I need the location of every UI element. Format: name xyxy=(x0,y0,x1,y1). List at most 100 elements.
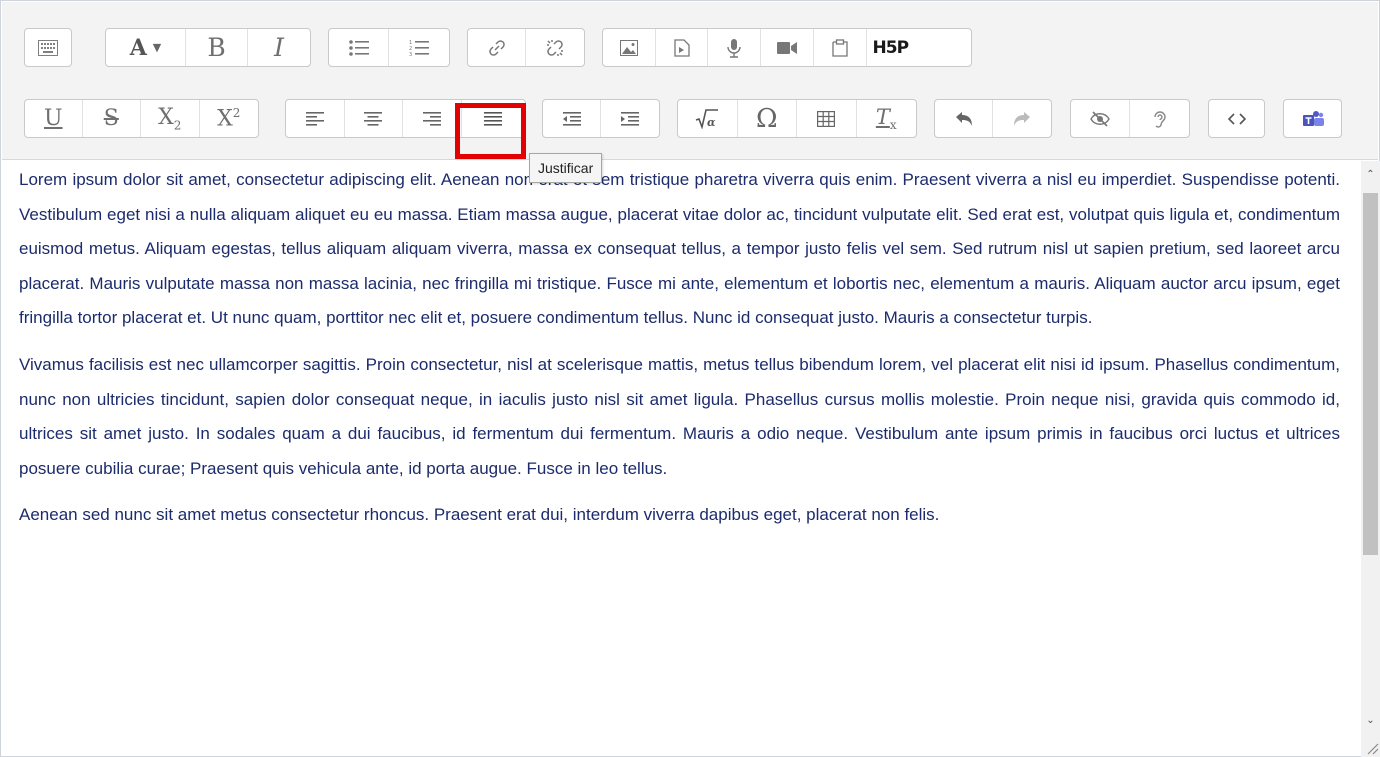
toolbar-group-toggle xyxy=(24,28,72,67)
subscript-button[interactable]: X2 xyxy=(141,100,200,137)
bullet-list-icon xyxy=(348,39,369,56)
video-camera-icon xyxy=(776,41,797,54)
editor-toolbar: A ▼ B I 123 H5P U S X2 X2 α Ω Tx xyxy=(2,2,1378,160)
align-left-button[interactable] xyxy=(286,100,345,137)
link-icon xyxy=(488,39,505,56)
svg-text:3: 3 xyxy=(409,52,412,57)
clipboard-icon xyxy=(832,38,848,57)
toolbar-group-insert: α Ω Tx xyxy=(677,99,917,138)
align-center-icon xyxy=(364,111,383,126)
ear-icon xyxy=(1153,110,1166,128)
equation-button[interactable]: α xyxy=(678,100,738,137)
italic-icon: I xyxy=(274,33,284,62)
subscript-icon: X2 xyxy=(158,105,181,132)
clear-formatting-letter: T xyxy=(875,104,890,129)
undo-icon xyxy=(955,111,972,126)
font-style-button[interactable]: A ▼ xyxy=(106,29,186,66)
italic-button[interactable]: I xyxy=(248,29,310,66)
h5p-icon: H5P xyxy=(872,37,910,58)
insert-image-button[interactable] xyxy=(603,29,656,66)
teams-icon xyxy=(1302,110,1324,126)
toolbar-group-format: U S X2 X2 xyxy=(24,99,259,138)
keyboard-icon xyxy=(38,39,58,56)
align-right-button[interactable] xyxy=(403,100,462,137)
align-left-icon xyxy=(305,111,324,126)
insert-media-button[interactable] xyxy=(656,29,709,66)
toolbar-group-indent xyxy=(542,99,660,138)
teams-meeting-button[interactable] xyxy=(1284,100,1341,137)
toolbar-group-text-style: A ▼ B I xyxy=(105,28,311,67)
underline-button[interactable]: U xyxy=(25,100,83,137)
superscript-letter: X xyxy=(217,106,233,132)
toolbar-group-history xyxy=(934,99,1052,138)
insert-table-button[interactable] xyxy=(797,100,857,137)
omega-icon: Ω xyxy=(755,103,778,134)
resize-grip-icon[interactable] xyxy=(1363,739,1379,755)
record-audio-button[interactable] xyxy=(708,29,762,66)
indent-icon xyxy=(621,111,639,126)
superscript-number: 2 xyxy=(232,105,241,120)
align-right-icon xyxy=(422,111,441,126)
bold-icon: B xyxy=(207,33,226,62)
outdent-button[interactable] xyxy=(543,100,602,137)
chevron-down-icon: ▼ xyxy=(152,41,162,54)
toolbar-group-html xyxy=(1208,99,1265,138)
toolbar-group-media: H5P xyxy=(602,28,972,67)
bold-button[interactable]: B xyxy=(186,29,248,66)
manage-files-button[interactable] xyxy=(814,29,867,66)
font-style-icon: A xyxy=(129,34,147,61)
scroll-down-icon[interactable]: ⌄ xyxy=(1364,713,1377,727)
microphone-icon xyxy=(727,38,741,58)
align-center-button[interactable] xyxy=(345,100,404,137)
outdent-icon xyxy=(562,111,581,126)
undo-button[interactable] xyxy=(935,100,994,137)
square-root-icon: α xyxy=(695,108,719,129)
clear-formatting-sub: x xyxy=(889,118,897,133)
media-file-icon xyxy=(673,38,690,57)
insert-h5p-button[interactable]: H5P xyxy=(867,29,971,66)
toolbar-toggle-button[interactable] xyxy=(25,29,71,66)
image-icon xyxy=(619,39,638,56)
superscript-button[interactable]: X2 xyxy=(200,100,258,137)
content-paragraph: Aenean sed nunc sit amet metus consectet… xyxy=(19,505,940,525)
accessibility-checker-button[interactable] xyxy=(1071,100,1131,137)
clear-formatting-button[interactable]: Tx xyxy=(857,100,917,137)
special-characters-button[interactable]: Ω xyxy=(738,100,797,137)
html-source-button[interactable] xyxy=(1209,100,1264,137)
editor-content-area[interactable]: Lorem ipsum dolor sit amet, consectetur … xyxy=(2,161,1360,757)
subscript-letter: X xyxy=(158,104,174,130)
link-button[interactable] xyxy=(468,29,527,66)
unlink-icon xyxy=(547,39,563,56)
rich-text-editor: A ▼ B I 123 H5P U S X2 X2 α Ω Tx Lorem i… xyxy=(0,0,1380,757)
unlink-button[interactable] xyxy=(526,29,584,66)
toolbar-group-links xyxy=(467,28,585,67)
toolbar-group-accessibility xyxy=(1070,99,1190,138)
numbered-list-icon: 123 xyxy=(409,40,429,57)
svg-text:α: α xyxy=(707,116,716,129)
redo-button[interactable] xyxy=(993,100,1051,137)
justify-tooltip: Justificar xyxy=(529,153,603,183)
content-paragraph: Vivamus facilisis est nec ullamcorper sa… xyxy=(19,354,1340,478)
superscript-icon: X2 xyxy=(217,106,240,131)
strikethrough-icon: S xyxy=(103,106,119,131)
justify-button[interactable] xyxy=(461,100,525,137)
scroll-up-icon[interactable]: ⌃ xyxy=(1364,167,1377,181)
toolbar-group-teams xyxy=(1283,99,1342,138)
redo-icon xyxy=(1014,111,1030,126)
align-justify-icon xyxy=(484,111,503,126)
underline-icon: U xyxy=(43,106,63,131)
indent-button[interactable] xyxy=(601,100,659,137)
clear-formatting-icon: Tx xyxy=(876,105,897,132)
ordered-list-button[interactable]: 123 xyxy=(389,29,449,66)
scrollbar-thumb[interactable] xyxy=(1363,193,1378,555)
record-video-button[interactable] xyxy=(761,29,814,66)
eye-slash-icon xyxy=(1090,110,1110,127)
content-paragraph: Lorem ipsum dolor sit amet, consectetur … xyxy=(19,170,1340,328)
screenreader-helper-button[interactable] xyxy=(1130,100,1189,137)
strikethrough-button[interactable]: S xyxy=(83,100,142,137)
code-icon xyxy=(1227,112,1246,125)
table-icon xyxy=(817,110,836,127)
unordered-list-button[interactable] xyxy=(329,29,390,66)
subscript-number: 2 xyxy=(173,118,182,133)
toolbar-group-lists: 123 xyxy=(328,28,450,67)
